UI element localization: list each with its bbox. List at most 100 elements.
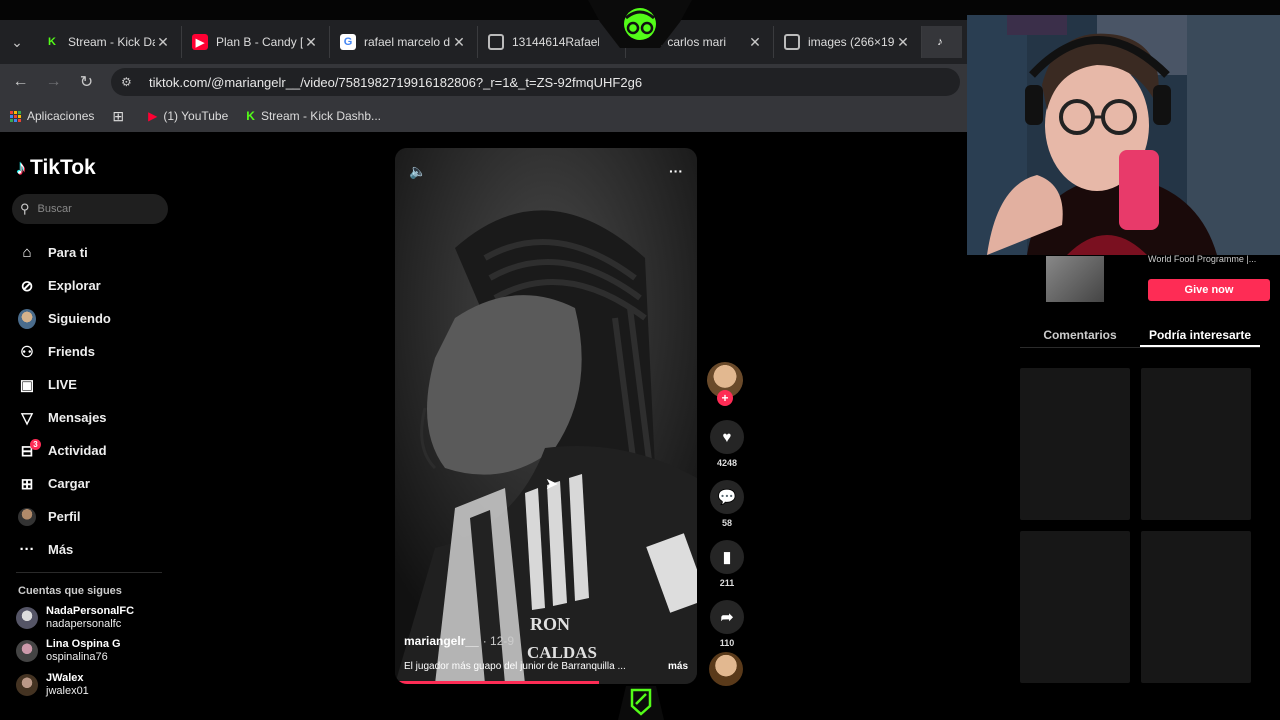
right-panel-tabs: Comentarios Podría interesarte bbox=[1020, 318, 1260, 348]
url-text: tiktok.com/@mariangelr__/video/758198271… bbox=[149, 74, 643, 90]
sidebar-item-label: Más bbox=[48, 542, 74, 557]
reload-icon[interactable]: ↻ bbox=[70, 72, 103, 92]
comment-count: 58 bbox=[721, 518, 732, 528]
bookmark-label: Stream - Kick Dashb... bbox=[260, 109, 382, 123]
give-now-button[interactable]: Give now bbox=[1148, 279, 1270, 301]
account-names: Lina Ospina G ospinalina76 bbox=[46, 638, 121, 664]
share-count: 110 bbox=[719, 638, 735, 648]
tab-title: rafael marcelo d bbox=[364, 35, 451, 49]
more-options-icon[interactable]: ··· bbox=[669, 163, 683, 180]
suggested-video-card[interactable] bbox=[1020, 531, 1130, 683]
tab-youtube[interactable]: ▶ Plan B - Candy [ ✕ bbox=[182, 26, 330, 58]
sidebar-item-siguiendo[interactable]: Siguiendo bbox=[18, 302, 111, 335]
sidebar-item-cargar[interactable]: ⊞ Cargar bbox=[18, 467, 111, 500]
comment-button[interactable]: 💬 58 bbox=[707, 480, 747, 528]
avatar bbox=[16, 607, 38, 629]
avatar bbox=[16, 640, 38, 662]
follow-plus-icon[interactable]: + bbox=[717, 390, 733, 406]
tab-google[interactable]: G rafael marcelo d ✕ bbox=[330, 26, 478, 58]
stream-logo-top bbox=[588, 0, 692, 48]
forward-arrow-icon[interactable]: → bbox=[37, 73, 70, 91]
close-icon[interactable]: ✕ bbox=[155, 34, 171, 51]
suggested-video-card[interactable] bbox=[1020, 368, 1130, 520]
suggested-video-card[interactable] bbox=[1141, 531, 1251, 683]
home-icon: ⌂ bbox=[22, 244, 32, 261]
screen: ⌄ K Stream - Kick Da ✕ ▶ Plan B - Candy … bbox=[0, 0, 1280, 720]
music-disc-avatar[interactable] bbox=[709, 652, 743, 686]
bookmark-youtube[interactable]: ▶ (1) YouTube bbox=[148, 109, 228, 123]
shirt-sponsor: RON bbox=[530, 614, 570, 634]
sidebar-menu: ⌂ Para ti ⊘ Explorar Siguiendo ⚇ Friends… bbox=[18, 236, 111, 566]
share-button[interactable]: ➦ 110 bbox=[707, 600, 747, 648]
tab-kick-stream[interactable]: K Stream - Kick Da ✕ bbox=[34, 26, 182, 58]
volume-icon[interactable]: 🔈 bbox=[409, 163, 426, 180]
avatar bbox=[16, 674, 38, 696]
sidebar-item-label: LIVE bbox=[48, 377, 77, 392]
bookmark-apps[interactable]: Aplicaciones bbox=[10, 109, 94, 123]
tab-comentarios[interactable]: Comentarios bbox=[1020, 318, 1140, 347]
live-icon: ▣ bbox=[19, 376, 35, 394]
google-icon: G bbox=[340, 34, 356, 50]
heart-icon: ♥ bbox=[710, 420, 744, 454]
ad-title: World Food Programme |... bbox=[1148, 254, 1257, 264]
sidebar-item-actividad[interactable]: ⊟ 3 Actividad bbox=[18, 434, 111, 467]
share-arrow-icon: ➦ bbox=[710, 600, 744, 634]
like-button[interactable]: ♥ 4248 bbox=[707, 420, 747, 468]
tiktok-logo[interactable]: ♪ TikTok bbox=[16, 156, 96, 180]
brand-name: TikTok bbox=[30, 156, 96, 179]
tab-title: 13144614Rafael bbox=[512, 35, 599, 49]
sidebar-item-friends[interactable]: ⚇ Friends bbox=[18, 335, 111, 368]
video-description: El jugador más guapo del junior de Barra… bbox=[404, 661, 688, 672]
sidebar-item-para-ti[interactable]: ⌂ Para ti bbox=[18, 236, 111, 269]
suggested-video-card[interactable] bbox=[1141, 368, 1251, 520]
divider bbox=[16, 572, 162, 573]
author-username: mariangelr__ bbox=[404, 634, 479, 648]
video-progress-bar[interactable] bbox=[399, 681, 599, 684]
video-info: mariangelr__ · 12-9 El jugador más guapo … bbox=[404, 634, 688, 672]
video-player[interactable]: RON CALDAS 🔈 ··· mariangelr__ · 12-9 El j… bbox=[395, 148, 697, 684]
apps-grid-icon bbox=[10, 110, 21, 122]
webcam-overlay bbox=[967, 15, 1280, 255]
kick-icon: K bbox=[246, 109, 255, 123]
following-avatar-icon bbox=[18, 308, 36, 329]
compass-icon: ⊘ bbox=[20, 277, 34, 295]
browser-toolbar: ← → ↻ ⚙ tiktok.com/@mariangelr__/video/7… bbox=[0, 64, 968, 100]
search-input[interactable]: ⚲ Buscar bbox=[12, 194, 168, 224]
bookmark-kick[interactable]: K Stream - Kick Dashb... bbox=[246, 109, 381, 123]
save-button[interactable]: ▮ 211 bbox=[707, 540, 747, 588]
site-settings-icon[interactable]: ⚙ bbox=[121, 75, 139, 89]
sidebar: ♪ TikTok ⚲ Buscar ⌂ Para ti ⊘ Explorar S… bbox=[0, 132, 175, 712]
sidebar-item-perfil[interactable]: Perfil bbox=[18, 500, 111, 533]
video-author[interactable]: mariangelr__ · 12-9 bbox=[404, 634, 688, 648]
close-icon[interactable]: ✕ bbox=[451, 34, 467, 51]
creator-avatar[interactable]: + bbox=[707, 362, 743, 406]
sidebar-item-label: Perfil bbox=[48, 509, 81, 524]
video-frame: RON CALDAS bbox=[395, 148, 697, 684]
sidebar-item-mensajes[interactable]: ▽ Mensajes bbox=[18, 401, 111, 434]
tab-search-chevron-icon[interactable]: ⌄ bbox=[0, 20, 34, 64]
tab-podria-interesarte[interactable]: Podría interesarte bbox=[1140, 318, 1260, 347]
sidebar-item-explorar[interactable]: ⊘ Explorar bbox=[18, 269, 111, 302]
tab-groups-icon: ⊞ bbox=[112, 107, 125, 124]
close-icon[interactable]: ✕ bbox=[303, 34, 319, 51]
sidebar-item-label: Explorar bbox=[48, 278, 101, 293]
bookmark-label: Aplicaciones bbox=[27, 109, 95, 123]
following-section-title: Cuentas que sigues bbox=[18, 585, 122, 597]
following-account[interactable]: JWalex jwalex01 bbox=[16, 672, 89, 698]
address-bar[interactable]: ⚙ tiktok.com/@mariangelr__/video/7581982… bbox=[111, 68, 960, 96]
sidebar-item-live[interactable]: ▣ LIVE bbox=[18, 368, 111, 401]
tab-images[interactable]: images (266×19 ✕ bbox=[774, 26, 922, 58]
account-handle: ospinalina76 bbox=[46, 651, 108, 663]
more-link[interactable]: más bbox=[668, 661, 688, 672]
ad-banner[interactable]: World Food Programme |... Give now bbox=[1020, 250, 1270, 304]
following-account[interactable]: NadaPersonalFC nadapersonalfc bbox=[16, 605, 134, 631]
bookmark-tab-groups[interactable]: ⊞ bbox=[112, 108, 130, 125]
sidebar-item-mas[interactable]: ··· Más bbox=[18, 533, 111, 566]
close-icon[interactable]: ✕ bbox=[895, 34, 911, 51]
following-account[interactable]: Lina Ospina G ospinalina76 bbox=[16, 638, 121, 664]
youtube-icon: ▶ bbox=[148, 109, 158, 123]
account-name: Lina Ospina G bbox=[46, 638, 121, 650]
tab-tiktok[interactable]: ♪ Ju bbox=[922, 26, 962, 58]
close-icon[interactable]: ✕ bbox=[747, 34, 763, 51]
back-arrow-icon[interactable]: ← bbox=[4, 73, 37, 91]
